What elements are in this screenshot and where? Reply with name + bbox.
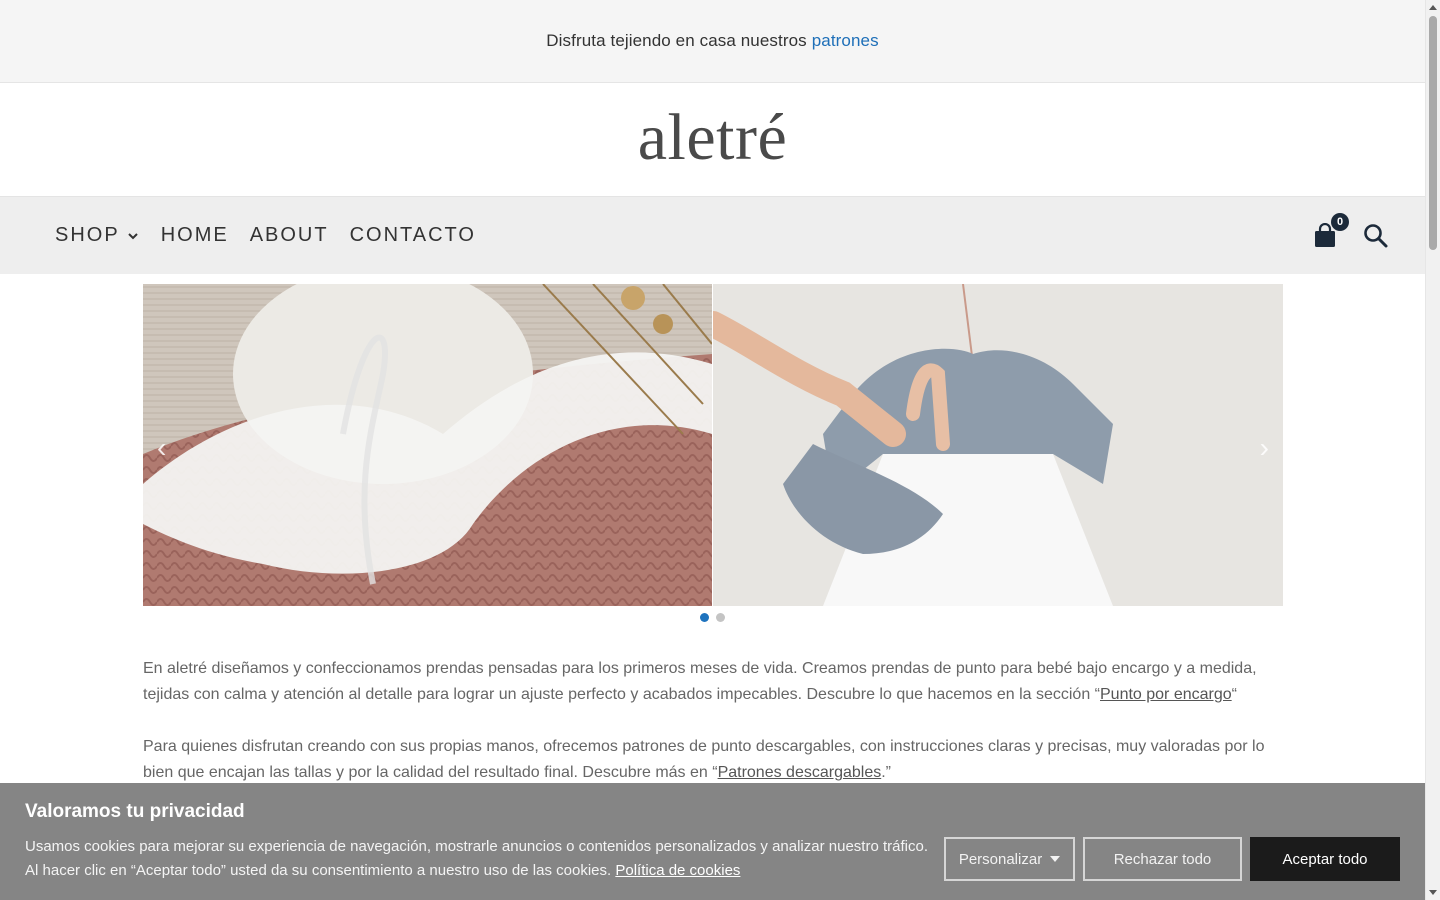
customize-button[interactable]: Personalizar xyxy=(944,837,1075,881)
nav-item-about[interactable]: ABOUT xyxy=(250,224,329,247)
paragraph-text: .” xyxy=(881,764,891,781)
search-icon xyxy=(1364,223,1388,247)
scroll-down-arrow-icon[interactable] xyxy=(1429,890,1437,895)
caret-down-icon xyxy=(1050,856,1061,862)
nav-item-label: SHOP xyxy=(55,224,120,246)
announcement-text: Disfruta tejiendo en casa nuestros xyxy=(546,31,807,50)
page-scrollbar[interactable] xyxy=(1425,0,1440,900)
cookie-text: Usamos cookies para mejorar su experienc… xyxy=(25,838,928,879)
accept-all-button[interactable]: Aceptar todo xyxy=(1250,837,1400,881)
punto-por-encargo-link[interactable]: Punto por encargo xyxy=(1100,686,1232,703)
intro-paragraph-2: Para quienes disfrutan creando con sus p… xyxy=(143,734,1283,786)
image-slider: ‹ › xyxy=(143,284,1283,606)
slide-image-knit-sweater: ‹ xyxy=(143,284,712,606)
nav-item-label: CONTACTO xyxy=(349,224,476,246)
site-logo[interactable]: aletré xyxy=(638,104,788,171)
nav-item-label: ABOUT xyxy=(249,224,329,246)
patterns-link[interactable]: patrones xyxy=(812,31,879,51)
header-logo-area: aletré xyxy=(0,83,1425,197)
search-button[interactable] xyxy=(1363,223,1389,249)
nav-item-home[interactable]: HOME xyxy=(161,224,229,247)
knit-sweater-lace-collar-image xyxy=(143,284,712,606)
paragraph-text: Para quienes disfrutan creando con sus p… xyxy=(143,738,1265,781)
cookie-consent-banner: Valoramos tu privacidad Usamos cookies p… xyxy=(0,783,1425,900)
scrollbar-thumb[interactable] xyxy=(1429,16,1437,250)
cart-button[interactable]: 0 xyxy=(1313,212,1349,249)
page: Disfruta tejiendo en casa nuestros patro… xyxy=(0,0,1425,900)
nav-item-contacto[interactable]: CONTACTO xyxy=(350,224,476,247)
slide-image-grey-dress: › xyxy=(713,284,1283,606)
cookie-policy-link[interactable]: Política de cookies xyxy=(615,862,740,879)
cookie-title: Valoramos tu privacidad xyxy=(25,801,245,822)
slider-prev-arrow[interactable]: ‹ xyxy=(157,432,166,464)
patrones-descargables-link[interactable]: Patrones descargables xyxy=(718,764,882,781)
slider-dot-2[interactable] xyxy=(716,613,725,622)
main-nav: SHOP HOME ABOUT CONTACTO 0 xyxy=(0,197,1425,274)
cookie-description: Usamos cookies para mejorar su experienc… xyxy=(25,835,935,883)
paragraph-text: “ xyxy=(1231,686,1237,703)
nav-actions: 0 xyxy=(1313,197,1389,274)
customize-label: Personalizar xyxy=(958,850,1043,868)
paragraph-text: En aletré diseñamos y confeccionamos pre… xyxy=(143,660,1257,703)
nav-item-label: HOME xyxy=(160,224,229,246)
grey-knit-dress-image xyxy=(713,284,1283,606)
scroll-up-arrow-icon[interactable] xyxy=(1429,5,1437,10)
slider-dot-1[interactable] xyxy=(700,613,709,622)
slider-pagination xyxy=(700,613,725,622)
announcement-bar: Disfruta tejiendo en casa nuestros patro… xyxy=(0,0,1425,83)
cart-count-badge: 0 xyxy=(1331,212,1349,231)
slider-next-arrow[interactable]: › xyxy=(1260,432,1269,464)
intro-paragraph-1: En aletré diseñamos y confeccionamos pre… xyxy=(143,656,1283,708)
nav-item-shop[interactable]: SHOP xyxy=(55,224,140,247)
chevron-down-icon xyxy=(127,232,138,239)
reject-all-button[interactable]: Rechazar todo xyxy=(1083,837,1242,881)
